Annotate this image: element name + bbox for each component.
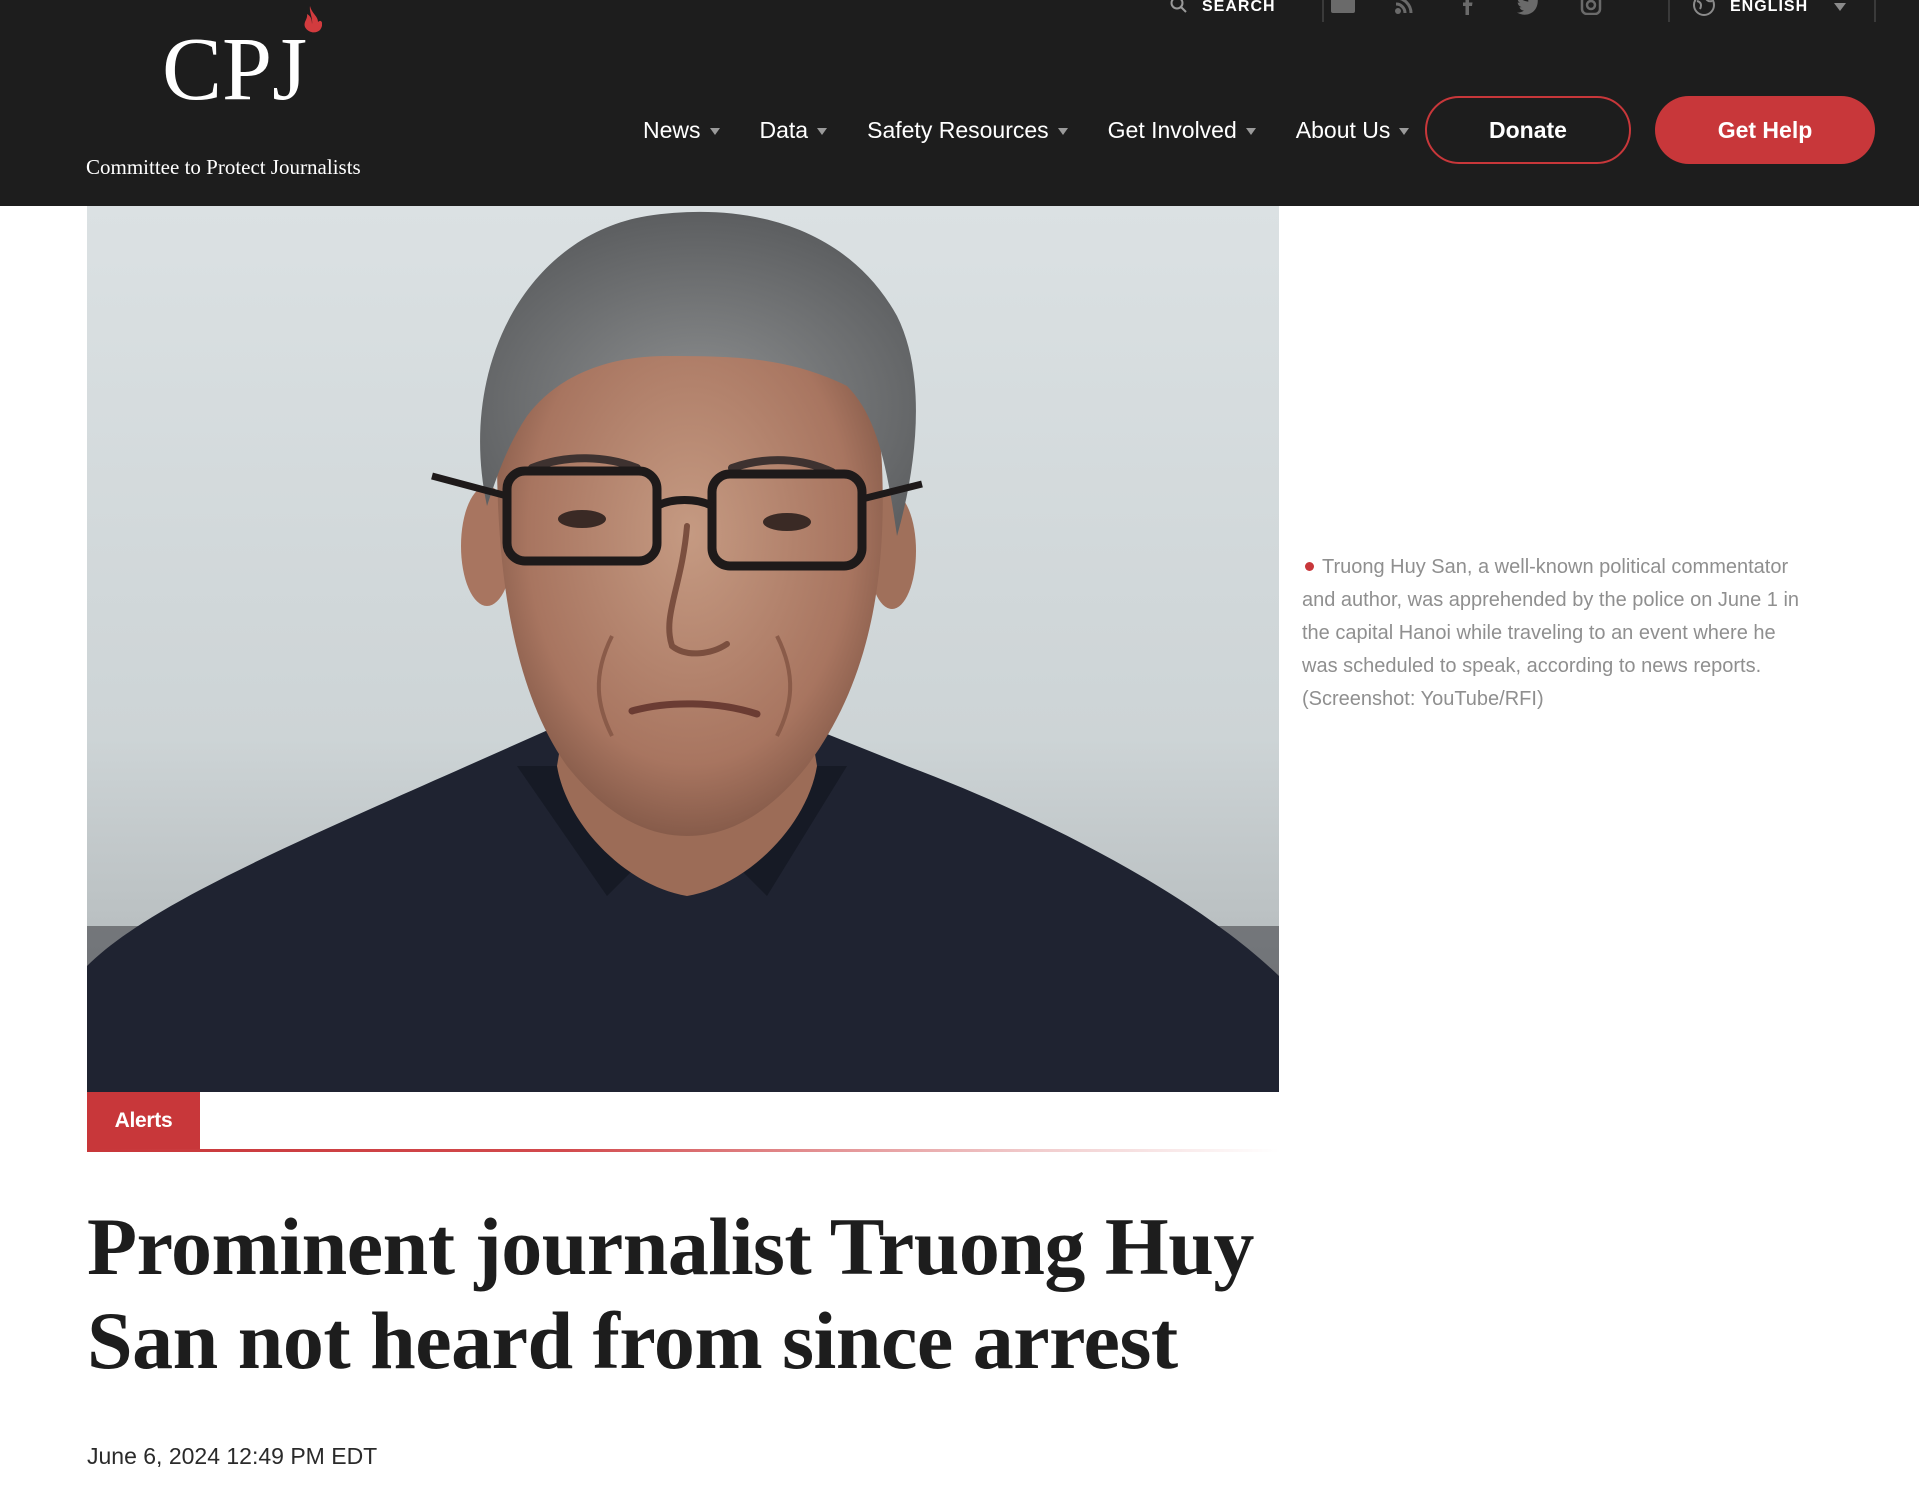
search-button[interactable]: SEARCH [1170,0,1276,22]
site-header: SEARCH ENGLISH CPJ Committee to Protect … [0,0,1919,206]
nav-item-label: News [643,116,701,143]
portrait-photo [87,206,1279,1092]
chevron-down-icon [1834,0,1847,16]
caption-text: Truong Huy San, a well-known political c… [1302,556,1800,710]
search-label: SEARCH [1202,0,1276,15]
nav-item-label: About Us [1295,116,1391,143]
get-help-button[interactable]: Get Help [1655,96,1875,164]
article-headline: Prominent journalist Truong Huy San not … [87,1201,1254,1386]
caret-down-icon [1245,127,1256,135]
logo-tagline: Committee to Protect Journalists [86,155,361,179]
utility-divider [1322,0,1324,22]
nav-item-label: Data [759,116,809,143]
nav-item-news[interactable]: News [643,117,720,144]
email-icon[interactable] [1330,0,1356,15]
nav-item-about-us[interactable]: About Us [1296,117,1410,144]
search-icon [1170,0,1188,19]
nav-item-label: Get Involved [1107,116,1237,143]
category-tag[interactable]: Alerts [87,1092,200,1150]
hero-caption: Truong Huy San, a well-known political c… [1302,551,1812,716]
nav-item-data[interactable]: Data [760,117,828,144]
nav-item-safety-resources[interactable]: Safety Resources [867,117,1068,144]
language-label: ENGLISH [1730,0,1809,15]
globe-icon [1692,0,1716,22]
utility-divider [1668,0,1670,22]
caret-down-icon [817,127,828,135]
flame-icon [304,6,322,33]
donate-button[interactable]: Donate [1425,96,1631,164]
caret-down-icon [1057,127,1068,135]
logo-text: CPJ [162,20,307,119]
facebook-icon[interactable] [1454,0,1480,15]
rss-icon[interactable] [1392,0,1418,15]
nav-item-get-involved[interactable]: Get Involved [1108,117,1256,144]
hero-image [87,206,1279,1092]
cpj-logo[interactable]: CPJ Committee to Protect Journalists [86,0,386,190]
utility-divider [1874,0,1876,22]
article-date: June 6, 2024 12:49 PM EDT [87,1443,378,1469]
language-selector[interactable]: ENGLISH [1692,0,1847,22]
main-nav: News Data Safety Resources Get Involved … [643,95,1449,165]
instagram-icon[interactable] [1578,0,1604,15]
category-divider [87,1149,1279,1152]
nav-item-label: Safety Resources [867,116,1049,143]
caret-down-icon [1399,127,1410,135]
caret-down-icon [709,127,720,135]
social-links [1330,0,1604,16]
twitter-icon[interactable] [1516,0,1542,15]
cpj-logo-mark: CPJ [162,6,322,119]
caption-bullet-icon [1305,561,1314,571]
